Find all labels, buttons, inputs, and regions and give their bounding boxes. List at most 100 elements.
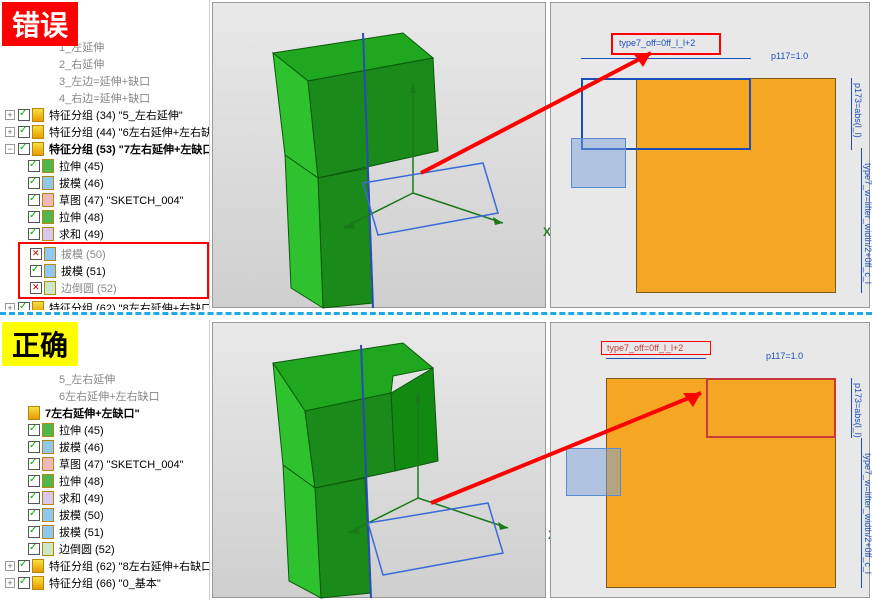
dim-line-v — [851, 378, 852, 438]
viewport-3d-top[interactable]: Z Y X — [212, 2, 546, 308]
tree-group-62[interactable]: +特征分组 (62) "8左右延伸+右缺口" — [0, 557, 209, 574]
error-highlight-box: 拔模 (50)拔模 (51)边倒圆 (52) — [18, 242, 209, 299]
tree-feature-item[interactable]: 拔模 (51) — [20, 262, 207, 279]
expand-icon[interactable]: + — [5, 561, 15, 571]
tree-feature-item[interactable]: 拔模 (51) — [0, 523, 209, 540]
checkbox-icon[interactable] — [30, 282, 42, 294]
dim-p173[interactable]: p173=abs(l_l) — [853, 83, 863, 138]
expand-icon[interactable]: + — [5, 578, 15, 588]
tree-feature-item[interactable]: 拉伸 (45) — [0, 421, 209, 438]
tree-group-62[interactable]: +特征分组 (62) "8左右延伸+右缺口" — [0, 299, 209, 310]
sketch-selection[interactable] — [571, 138, 626, 188]
collapse-icon[interactable]: − — [5, 144, 15, 154]
tree-group-53-open[interactable]: 7左右延伸+左缺口" — [0, 404, 209, 421]
checkbox-icon[interactable] — [28, 526, 40, 538]
feature-icon — [42, 542, 54, 556]
checkbox-icon[interactable] — [28, 475, 40, 487]
tree-group-44[interactable]: +特征分组 (44) "6左右延伸+左右缺口" — [0, 123, 209, 140]
viewport-3d-bottom[interactable]: Z Y X — [212, 322, 546, 598]
feature-icon — [44, 247, 56, 261]
tree-feature-item[interactable]: 拔模 (46) — [0, 174, 209, 191]
tree-feature-item[interactable]: 拔模 (50) — [20, 245, 207, 262]
feature-tree-top[interactable]: 1_左延伸 2_右延伸 3_左边=延伸+缺口 4_右边=延伸+缺口 +特征分组 … — [0, 0, 210, 310]
dim-type7w[interactable]: type7_w=lifter_width/2+0ff_c_l — [863, 163, 872, 284]
dim-line-v — [851, 78, 852, 150]
expand-icon[interactable]: + — [5, 127, 15, 137]
checkbox-icon[interactable] — [18, 560, 30, 572]
dim-p117[interactable]: p117=1.0 — [771, 51, 808, 61]
dim-p173[interactable]: p173=abs(l_l) — [853, 383, 863, 438]
expand-icon[interactable]: + — [5, 303, 15, 311]
tree-feature-item[interactable]: 拔模 (50) — [0, 506, 209, 523]
dim-p117[interactable]: p117=1.0 — [766, 351, 803, 361]
tree-feature-item[interactable]: 求和 (49) — [0, 489, 209, 506]
expand-icon[interactable]: + — [5, 110, 15, 120]
tree-group-53[interactable]: −特征分组 (53) "7左右延伸+左缺口" — [0, 140, 209, 157]
tree-feature-item[interactable]: 边倒圆 (52) — [20, 279, 207, 296]
feature-icon — [42, 423, 54, 437]
dim-param[interactable]: type7_off=0ff_l_l+2 — [607, 343, 683, 353]
checkbox-icon[interactable] — [28, 424, 40, 436]
feature-icon — [42, 159, 54, 173]
feature-label: 草图 (47) "SKETCH_004" — [59, 456, 184, 472]
checkbox-icon[interactable] — [28, 509, 40, 521]
feature-icon — [42, 193, 54, 207]
tree-feature-item[interactable]: 拉伸 (48) — [0, 472, 209, 489]
feature-label: 拔模 (46) — [59, 175, 104, 191]
tree-feature-item[interactable]: 拉伸 (48) — [0, 208, 209, 225]
tree-group-66[interactable]: +特征分组 (66) "0_基本" — [0, 574, 209, 591]
tree-feature-item[interactable]: 拔模 (46) — [0, 438, 209, 455]
dim-line-h — [606, 358, 706, 359]
checkbox-icon[interactable] — [30, 248, 42, 260]
sketch-selection[interactable] — [566, 448, 621, 496]
feature-label: 求和 (49) — [59, 490, 104, 506]
tree-feature-item[interactable]: 草图 (47) "SKETCH_004" — [0, 455, 209, 472]
feature-icon — [42, 440, 54, 454]
checkbox-icon[interactable] — [28, 441, 40, 453]
checkbox-icon[interactable] — [28, 160, 40, 172]
feature-label: 拔模 (46) — [59, 439, 104, 455]
tree-feature-item[interactable]: 边倒圆 (52) — [0, 540, 209, 557]
feature-label: 边倒圆 (52) — [61, 280, 117, 296]
tree-feature-item[interactable]: 求和 (49) — [0, 225, 209, 242]
sketch-view-top[interactable]: type7_off=0ff_l_l+2 p117=1.0 p173=abs(l_… — [550, 2, 870, 308]
checkbox-icon[interactable] — [28, 543, 40, 555]
checkbox-icon[interactable] — [28, 458, 40, 470]
dim-line-h — [581, 58, 751, 59]
dim-param[interactable]: type7_off=0ff_l_l+2 — [619, 38, 695, 48]
dim-type7w[interactable]: type7_w=lifter_width/2+0ff_c_l — [863, 453, 872, 574]
checkbox-icon[interactable] — [18, 126, 30, 138]
feature-icon — [42, 457, 54, 471]
feature-label: 拔模 (50) — [61, 246, 106, 262]
feature-label: 拉伸 (48) — [59, 473, 104, 489]
tree-item-dim[interactable]: 5_左右延伸 — [0, 370, 209, 387]
feature-label: 拔模 (50) — [59, 507, 104, 523]
dim-line-v2 — [861, 438, 862, 588]
feature-label: 拔模 (51) — [61, 263, 106, 279]
tree-feature-item[interactable]: 拉伸 (45) — [0, 157, 209, 174]
checkbox-icon[interactable] — [30, 265, 42, 277]
checkbox-icon[interactable] — [28, 228, 40, 240]
tree-feature-item[interactable]: 草图 (47) "SKETCH_004" — [0, 191, 209, 208]
sketch-view-bottom[interactable]: type7_off=0ff_l_l+2 p117=1.0 p173=abs(l_… — [550, 322, 870, 598]
checkbox-icon[interactable] — [28, 211, 40, 223]
feature-icon — [42, 227, 54, 241]
feature-label: 拔模 (51) — [59, 524, 104, 540]
feature-label: 拉伸 (48) — [59, 209, 104, 225]
checkbox-icon[interactable] — [28, 492, 40, 504]
checkbox-icon[interactable] — [18, 577, 30, 589]
sketch-profile-notch[interactable] — [706, 378, 836, 438]
tree-item-dim[interactable]: 4_右边=延伸+缺口 — [0, 89, 209, 106]
tree-item-dim[interactable]: 2_右延伸 — [0, 55, 209, 72]
feature-icon — [42, 525, 54, 539]
feature-icon — [42, 508, 54, 522]
checkbox-icon[interactable] — [18, 109, 30, 121]
tree-group-34[interactable]: +特征分组 (34) "5_左右延伸" — [0, 106, 209, 123]
checkbox-icon[interactable] — [28, 194, 40, 206]
checkbox-icon[interactable] — [18, 302, 30, 311]
feature-label: 草图 (47) "SKETCH_004" — [59, 192, 184, 208]
tree-item-dim[interactable]: 6左右延伸+左右缺口 — [0, 387, 209, 404]
checkbox-icon[interactable] — [18, 143, 30, 155]
tree-item-dim[interactable]: 3_左边=延伸+缺口 — [0, 72, 209, 89]
checkbox-icon[interactable] — [28, 177, 40, 189]
